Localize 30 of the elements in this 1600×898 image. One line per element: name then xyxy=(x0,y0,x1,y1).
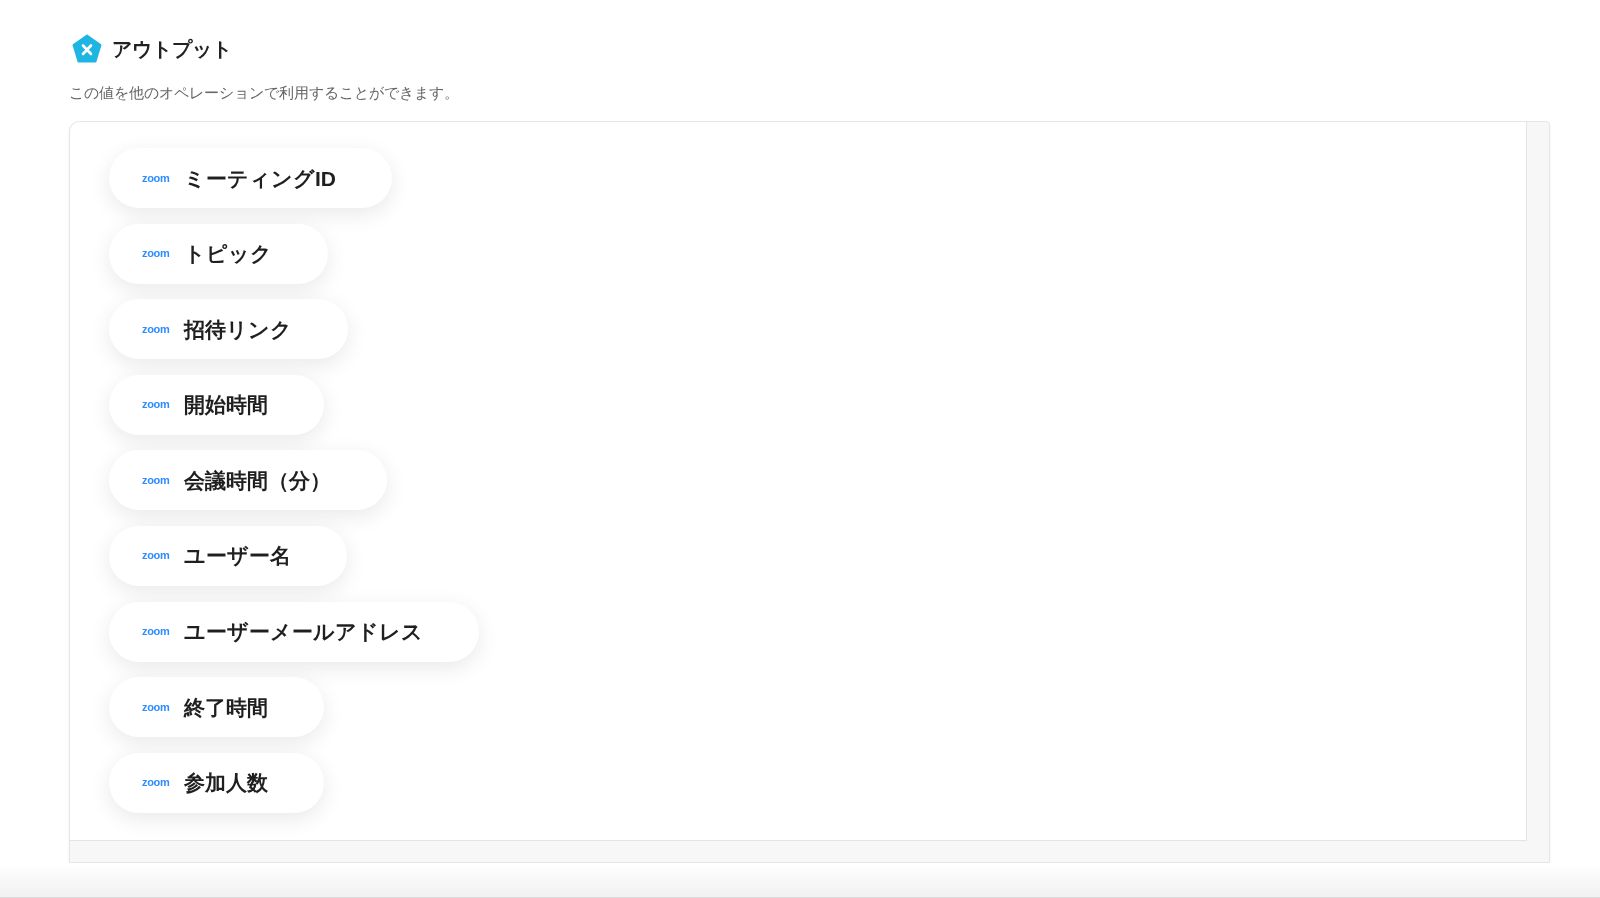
output-chip[interactable]: zoom ミーティングID xyxy=(109,148,392,208)
output-chip[interactable]: zoom ユーザー名 xyxy=(109,525,347,586)
output-label: 開始時間 xyxy=(184,394,268,416)
output-label: ユーザーメールアドレス xyxy=(184,621,423,643)
service-logo-text: zoom xyxy=(142,323,171,335)
pentagon-logo-icon xyxy=(72,34,102,64)
service-logo-text: zoom xyxy=(142,399,171,411)
output-chip[interactable]: zoom 終了時間 xyxy=(109,677,324,738)
section-description: この値を他のオペレーションで利用することができます。 xyxy=(69,84,460,102)
service-logo-text: zoom xyxy=(142,701,171,713)
output-label: 終了時間 xyxy=(184,696,268,718)
service-logo-text: zoom xyxy=(142,248,171,260)
output-chip[interactable]: zoom 会議時間（分） xyxy=(109,450,387,511)
service-logo-text: zoom xyxy=(142,474,171,486)
service-logo-text: zoom xyxy=(142,777,171,789)
service-logo-text: zoom xyxy=(142,172,171,184)
output-chip[interactable]: zoom 開始時間 xyxy=(109,374,324,435)
output-chip[interactable]: zoom 招待リンク xyxy=(109,299,348,360)
output-label: ミーティングID xyxy=(184,167,336,189)
output-chip[interactable]: zoom トピック xyxy=(109,223,328,284)
service-logo-text: zoom xyxy=(142,550,171,562)
output-label: 会議時間（分） xyxy=(184,469,331,491)
output-chip[interactable]: zoom 参加人数 xyxy=(109,752,324,813)
output-label: トピック xyxy=(184,243,272,265)
output-chip[interactable]: zoom ユーザーメールアドレス xyxy=(109,601,479,662)
section-title: アウトプット xyxy=(112,39,232,59)
output-label: 招待リンク xyxy=(184,318,292,340)
output-label: ユーザー名 xyxy=(184,545,291,567)
service-logo-text: zoom xyxy=(142,626,171,638)
output-label: 参加人数 xyxy=(184,772,268,794)
